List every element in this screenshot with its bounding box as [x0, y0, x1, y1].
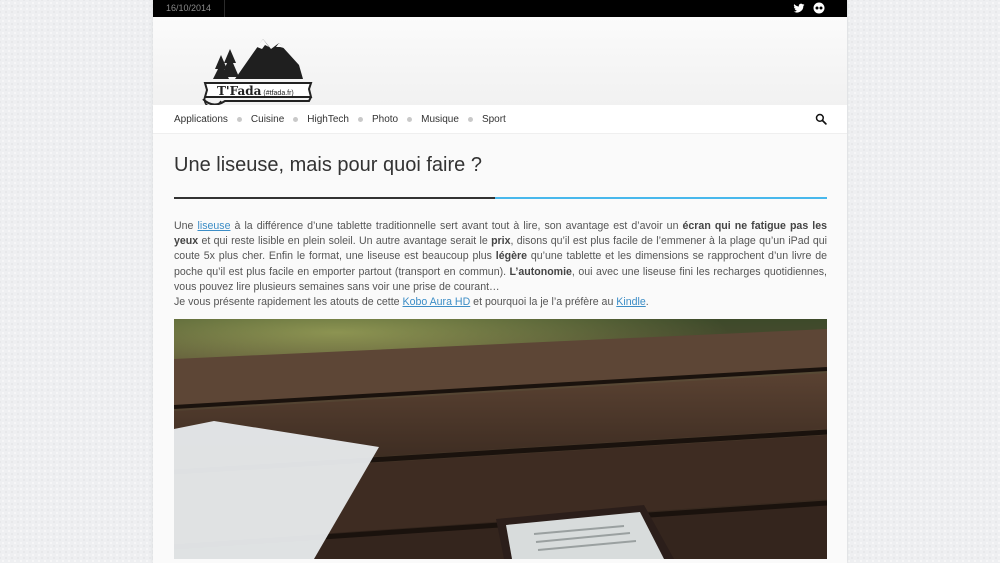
logo-text: T'Fada (#tfada.fr) — [217, 84, 294, 98]
nav-separator — [407, 116, 413, 122]
article-body: Une liseuse à la différence d’une tablet… — [174, 219, 827, 310]
nav-separator — [236, 116, 242, 122]
text: à la différence d’une tablette tradition… — [230, 220, 683, 232]
page-container: 16/10/2014 T'Fada (#tfada.fr) Applicatio… — [153, 0, 847, 563]
nav-item-photo[interactable]: Photo — [372, 114, 398, 125]
nav-separator — [357, 116, 363, 122]
title-divider — [174, 197, 827, 199]
nav-separator — [293, 116, 299, 122]
text: Une — [174, 220, 198, 232]
article-title: Une liseuse, mais pour quoi faire ? — [174, 154, 482, 176]
link-kindle[interactable]: Kindle — [616, 296, 645, 308]
nav-separator — [467, 116, 473, 122]
date-label: 16/10/2014 — [153, 0, 225, 17]
search-icon[interactable] — [815, 113, 827, 125]
nav-item-applications[interactable]: Applications — [174, 114, 228, 125]
bold-text: prix — [491, 235, 511, 248]
nav-item-hightech[interactable]: HighTech — [307, 114, 349, 125]
main-nav: Applications Cuisine HighTech Photo Musi… — [153, 105, 847, 134]
site-header: T'Fada (#tfada.fr) — [153, 17, 847, 108]
twitter-icon[interactable] — [793, 2, 805, 14]
text: . — [645, 296, 649, 309]
flickr-icon[interactable] — [813, 2, 825, 14]
text: et qui reste lisible en plein soleil. Un… — [198, 235, 492, 248]
text: et pourquoi la je l’a préfère au — [470, 296, 617, 309]
logo-domain: (#tfada.fr) — [263, 90, 294, 97]
bold-text: légère — [495, 250, 528, 263]
nav-item-cuisine[interactable]: Cuisine — [251, 114, 284, 125]
article: Une liseuse, mais pour quoi faire ? Une … — [153, 153, 847, 560]
nav-item-sport[interactable]: Sport — [482, 114, 506, 125]
site-logo[interactable]: T'Fada (#tfada.fr) — [199, 25, 315, 110]
logo-name: T'Fada — [217, 84, 262, 98]
link-kobo-aura-hd[interactable]: Kobo Aura HD — [403, 296, 471, 308]
text: Je vous présente rapidement les atouts d… — [174, 296, 403, 309]
top-bar: 16/10/2014 — [153, 0, 847, 17]
nav-item-musique[interactable]: Musique — [421, 114, 459, 125]
social-links — [793, 2, 825, 14]
link-liseuse[interactable]: liseuse — [197, 220, 230, 232]
ereader-on-table-image — [174, 319, 827, 560]
article-photo — [174, 319, 827, 560]
bold-text: L’autonomie — [509, 265, 572, 278]
